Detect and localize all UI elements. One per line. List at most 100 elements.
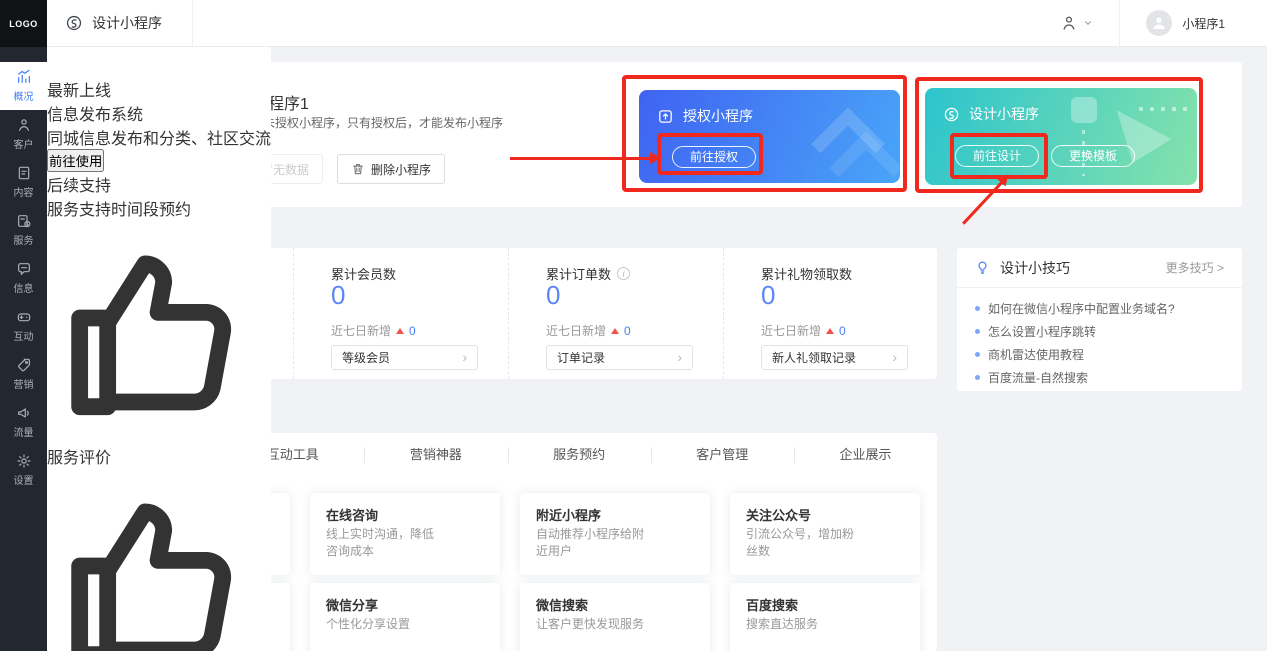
thumbs-up-icon — [47, 220, 271, 444]
tip-item[interactable]: 商机雷达使用教程 — [975, 343, 1224, 366]
new-release-badge: 最新上线 — [47, 83, 111, 100]
overview-chart-icon — [16, 69, 32, 85]
go-authorize-button[interactable]: 前往授权 — [672, 146, 756, 168]
marketing-tag-icon — [16, 357, 32, 373]
delta-up-icon — [826, 328, 834, 334]
go-use-button[interactable]: 前往使用 — [47, 149, 104, 172]
account-menu[interactable] — [1034, 0, 1119, 46]
tip-item[interactable]: 百度流量-自然搜索 — [975, 366, 1224, 389]
miniprogram-logo-icon — [943, 106, 960, 123]
feature-card-wechat-search[interactable]: 微信搜索 让客户更快发现服务 — [520, 583, 710, 651]
traffic-megaphone-icon — [16, 405, 32, 421]
sidebar: 概况 客户 内容 服务 信息 互动 营销 流量 设置 — [0, 47, 47, 651]
sidebar-item-messages[interactable]: 信息 — [0, 254, 47, 302]
trash-icon — [351, 162, 365, 176]
tab-marketing-tools[interactable]: 营销神器 — [364, 433, 507, 477]
support-item[interactable]: 服务支持时间段预约 — [47, 196, 271, 444]
delta-up-icon — [396, 328, 404, 334]
feature-card-baidu-search[interactable]: 百度搜索 搜索直达服务 du — [730, 583, 920, 651]
chevron-right-icon — [892, 350, 897, 365]
support-item[interactable]: 服务评价 — [47, 444, 271, 651]
app-title: 设计小程序 — [47, 0, 193, 46]
decor-square — [1071, 97, 1097, 123]
stat-col-orders: 累计订单数 0 近七日新增0 订单记录 — [508, 248, 723, 379]
gift-records-button[interactable]: 新人礼领取记录 — [761, 345, 908, 370]
map-pin-illustration — [642, 515, 700, 567]
tips-card: 设计小技巧 更多技巧 > 如何在微信小程序中配置业务域名? 怎么设置小程序跳转 … — [957, 248, 1242, 391]
chevron-right-icon — [462, 350, 467, 365]
sidebar-item-interaction[interactable]: 互动 — [0, 302, 47, 350]
baidu-search-illustration: du — [852, 605, 910, 651]
order-records-button[interactable]: 订单记录 — [546, 345, 693, 370]
feature-card-nearby-miniprogram[interactable]: 附近小程序 自动推荐小程序给附近用户 — [520, 493, 710, 575]
sidebar-item-label: 概况 — [14, 88, 34, 103]
banner-subtitle: 同城信息发布和分类、社区交流 — [47, 125, 271, 149]
feature-card-online-consult[interactable]: 在线咨询 线上实时沟通，降低咨询成本 — [310, 493, 500, 575]
info-publish-banner[interactable]: 最新上线 信息发布系统 同城信息发布和分类、社区交流 前往使用 — [47, 47, 271, 172]
bullet-dot — [975, 329, 980, 334]
person-icon — [1060, 14, 1078, 32]
design-card-title: 设计小程序 — [969, 104, 1039, 124]
sidebar-item-label: 互动 — [14, 328, 34, 343]
banner-title: 信息发布系统 — [47, 101, 271, 125]
tip-item[interactable]: 怎么设置小程序跳转 — [975, 320, 1224, 343]
tab-service-booking[interactable]: 服务预约 — [508, 433, 651, 477]
more-tips-link[interactable]: 更多技巧 > — [1166, 259, 1224, 276]
customers-person-icon — [16, 117, 32, 133]
tips-title: 设计小技巧 — [1000, 258, 1070, 278]
bullet-dot — [975, 306, 980, 311]
decor-dots — [1139, 107, 1187, 111]
sidebar-item-traffic[interactable]: 流量 — [0, 398, 47, 446]
info-publish-card: 最新上线 信息发布系统 同城信息发布和分类、社区交流 前往使用 后续支持 服务支… — [47, 47, 271, 651]
tab-customer-management[interactable]: 客户管理 — [651, 433, 794, 477]
gifts-value: 0 — [761, 280, 775, 311]
settings-gear-icon — [16, 453, 32, 469]
stat-col-members: 累计会员数 0 近七日新增0 等级会员 — [293, 248, 508, 379]
stat-col-gifts: 累计礼物领取数 0 近七日新增0 新人礼领取记录 — [723, 248, 938, 379]
feature-card-wechat-share[interactable]: 微信分享 个性化分享设置 — [310, 583, 500, 651]
bullet-dot — [975, 375, 980, 380]
content-document-icon — [16, 165, 32, 181]
design-promo-card[interactable]: 设计小程序 前往设计 更换模板 — [925, 88, 1197, 185]
sidebar-item-service[interactable]: 服务 — [0, 206, 47, 254]
delete-miniprogram-button[interactable]: 删除小程序 — [337, 154, 445, 184]
bullet-dot — [975, 352, 980, 357]
auth-card-header: 授权小程序 — [657, 106, 753, 126]
delta-up-icon — [611, 328, 619, 334]
miniprogram-logo-icon — [65, 14, 83, 32]
logo[interactable]: LOGO — [0, 0, 47, 47]
support-section: 后续支持 服务支持时间段预约 服务评价 表单付费 — [47, 172, 271, 651]
sidebar-item-label: 服务 — [14, 232, 34, 247]
tab-enterprise-display[interactable]: 企业展示 — [794, 433, 937, 477]
sidebar-item-marketing[interactable]: 营销 — [0, 350, 47, 398]
sidebar-item-label: 客户 — [14, 136, 34, 151]
feature-card-follow-official-account[interactable]: 关注公众号 引流公众号，增加粉丝数 — [730, 493, 920, 575]
tip-item[interactable]: 如何在微信小程序中配置业务域名? — [975, 297, 1224, 320]
chevron-down-icon — [1083, 18, 1093, 28]
wechat-search-illustration — [642, 605, 700, 651]
sidebar-item-label: 设置 — [14, 472, 34, 487]
design-card-header: 设计小程序 — [943, 104, 1039, 124]
sidebar-item-content[interactable]: 内容 — [0, 158, 47, 206]
auth-promo-card[interactable]: 授权小程序 前往授权 — [639, 90, 900, 183]
service-file-clock-icon — [16, 213, 32, 229]
change-template-button[interactable]: 更换模板 — [1051, 145, 1135, 167]
message-bubble-icon — [16, 261, 32, 277]
chevron-right-icon — [677, 350, 682, 365]
app-title-label: 设计小程序 — [92, 13, 162, 33]
sidebar-item-settings[interactable]: 设置 — [0, 446, 47, 494]
phone-consult-illustration — [432, 515, 490, 567]
official-account-illustration — [852, 515, 910, 567]
member-levels-button[interactable]: 等级会员 — [331, 345, 478, 370]
sidebar-item-overview[interactable]: 概况 — [0, 62, 47, 110]
interaction-gamepad-icon — [16, 309, 32, 325]
support-title: 后续支持 — [47, 178, 111, 195]
user-chip[interactable]: 小程序1 — [1120, 0, 1267, 46]
info-icon — [617, 267, 630, 280]
logo-text: LOGO — [9, 19, 38, 29]
go-design-button[interactable]: 前往设计 — [955, 145, 1039, 167]
sidebar-item-label: 流量 — [14, 424, 34, 439]
topbar: 设计小程序 小程序1 — [47, 0, 1267, 47]
upload-box-icon — [657, 108, 674, 125]
sidebar-item-customers[interactable]: 客户 — [0, 110, 47, 158]
